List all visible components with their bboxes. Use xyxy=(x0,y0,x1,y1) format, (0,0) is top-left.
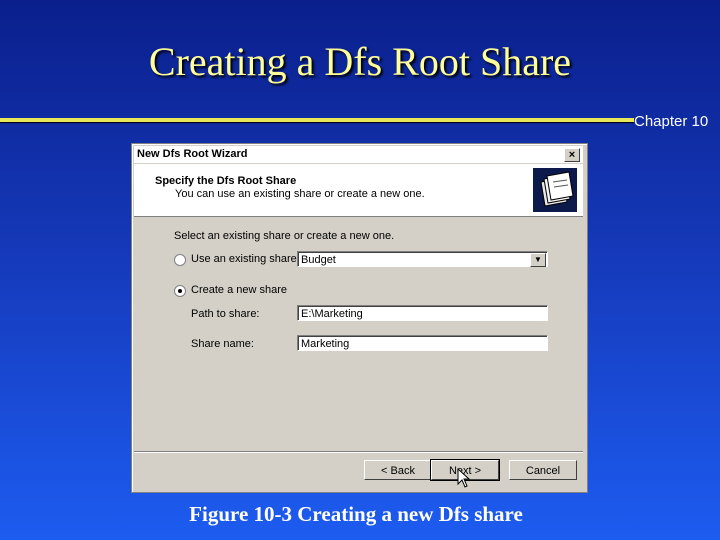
title-divider xyxy=(0,118,634,122)
mouse-pointer-icon xyxy=(457,468,471,488)
chevron-down-icon[interactable]: ▼ xyxy=(530,253,546,267)
close-button[interactable]: × xyxy=(564,148,580,162)
share-name-label: Share name: xyxy=(191,338,254,350)
existing-share-dropdown[interactable]: Budget ▼ xyxy=(297,251,548,267)
path-field[interactable]: E:\Marketing xyxy=(297,305,548,321)
back-button[interactable]: < Back xyxy=(364,460,432,480)
chapter-label: Chapter 10 xyxy=(634,113,709,130)
instruction-text: Select an existing share or create a new… xyxy=(174,230,395,242)
cancel-button[interactable]: Cancel xyxy=(509,460,577,480)
share-name-field[interactable]: Marketing xyxy=(297,335,548,351)
button-separator xyxy=(134,451,583,453)
slide-title: Creating a Dfs Root Share xyxy=(148,39,572,84)
dialog-titlebar: New Dfs Root Wizard × xyxy=(134,146,583,163)
wizard-header: Specify the Dfs Root Share You can use a… xyxy=(134,164,583,217)
header-title: Specify the Dfs Root Share xyxy=(155,175,297,187)
dialog-title: New Dfs Root Wizard xyxy=(137,148,248,160)
wizard-dialog: New Dfs Root Wizard × Specify the Dfs Ro… xyxy=(131,143,588,493)
header-subtitle: You can use an existing share or create … xyxy=(175,188,425,200)
wizard-body: Select an existing share or create a new… xyxy=(132,218,585,453)
use-existing-radio[interactable] xyxy=(174,254,186,266)
figure-caption: Figure 10-3 Creating a new Dfs share xyxy=(189,502,523,526)
existing-share-value: Budget xyxy=(301,254,336,266)
use-existing-label[interactable]: Use an existing share xyxy=(191,253,297,265)
folders-icon xyxy=(533,168,577,212)
path-label: Path to share: xyxy=(191,308,260,320)
create-new-label[interactable]: Create a new share xyxy=(191,284,287,296)
create-new-radio[interactable] xyxy=(174,285,186,297)
